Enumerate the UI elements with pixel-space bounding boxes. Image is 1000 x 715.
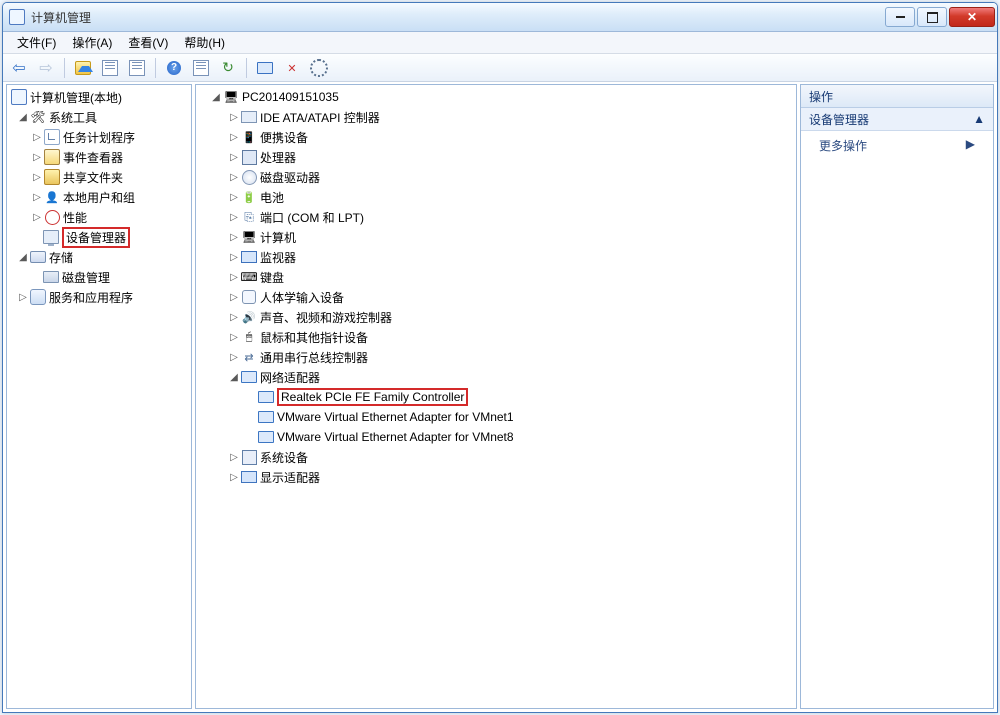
maximize-button[interactable] [917,7,947,27]
dev-network-adapter-2[interactable]: VMware Virtual Ethernet Adapter for VMne… [196,427,796,447]
uninstall-button[interactable] [280,56,304,80]
tree-storage[interactable]: ◢存储 [7,247,191,267]
scan-hardware-button[interactable] [253,56,277,80]
show-hide-tree-button[interactable] [98,56,122,80]
update-driver-button[interactable] [307,56,331,80]
refresh-button[interactable] [216,56,240,80]
device-manager-highlight: 设备管理器 [62,227,130,248]
menu-action[interactable]: 操作(A) [64,32,120,53]
dev-mouse[interactable]: ▷鼠标和其他指针设备 [196,327,796,347]
up-folder-button[interactable] [71,56,95,80]
collapse-icon: ▲ [973,112,985,126]
chevron-right-icon: ▶ [966,137,975,154]
close-button[interactable]: ✕ [949,7,995,27]
nav-forward-button[interactable] [34,56,58,80]
toolbar-separator [155,58,156,78]
tree-disk-management[interactable]: 磁盘管理 [7,267,191,287]
actions-more[interactable]: 更多操作 ▶ [801,131,993,160]
realtek-nic-highlight: Realtek PCIe FE Family Controller [277,388,468,406]
dev-system[interactable]: ▷系统设备 [196,447,796,467]
dev-hid[interactable]: ▷人体学输入设备 [196,287,796,307]
dev-monitor[interactable]: ▷监视器 [196,247,796,267]
maximize-icon [927,12,938,23]
tree-root[interactable]: 计算机管理(本地) [7,87,191,107]
tree-event-viewer[interactable]: ▷事件查看器 [7,147,191,167]
tree-local-users[interactable]: ▷本地用户和组 [7,187,191,207]
titlebar[interactable]: 计算机管理 ✕ [3,3,997,32]
menu-help[interactable]: 帮助(H) [176,32,233,53]
minimize-button[interactable] [885,7,915,27]
tree-shared-folders[interactable]: ▷共享文件夹 [7,167,191,187]
tree-performance[interactable]: ▷性能 [7,207,191,227]
actions-header: 操作 [801,85,993,108]
tree-system-tools[interactable]: ◢系统工具 [7,107,191,127]
actions-category[interactable]: 设备管理器 ▲ [801,108,993,131]
menubar: 文件(F) 操作(A) 查看(V) 帮助(H) [3,32,997,54]
dev-computer[interactable]: ▷计算机 [196,227,796,247]
nav-back-button[interactable] [7,56,31,80]
toolbar: ? [3,54,997,82]
dev-root[interactable]: ◢PC201409151035 [196,87,796,107]
dev-battery[interactable]: ▷电池 [196,187,796,207]
dev-network-adapter-1[interactable]: VMware Virtual Ethernet Adapter for VMne… [196,407,796,427]
actions-more-label: 更多操作 [819,137,867,154]
dev-sound[interactable]: ▷声音、视频和游戏控制器 [196,307,796,327]
minimize-icon [896,16,905,18]
menu-file[interactable]: 文件(F) [9,32,64,53]
actions-category-label: 设备管理器 [809,111,869,128]
tree-device-manager[interactable]: 设备管理器 [7,227,191,247]
computer-management-window: G 计算机管理 ✕ 文件(F) 操作(A) 查看(V) 帮助(H) ? [2,2,998,713]
window-controls: ✕ [883,7,995,27]
actions-panel: 操作 设备管理器 ▲ 更多操作 ▶ [800,84,994,709]
toolbar-separator [64,58,65,78]
dev-ports[interactable]: ▷端口 (COM 和 LPT) [196,207,796,227]
dev-cdrom[interactable]: ▷磁盘驱动器 [196,167,796,187]
dev-display[interactable]: ▷显示适配器 [196,467,796,487]
dev-ide[interactable]: ▷IDE ATA/ATAPI 控制器 [196,107,796,127]
console-tree[interactable]: 计算机管理(本地) ◢系统工具 ▷任务计划程序 ▷事件查看器 ▷共享文件夹 ▷本… [7,85,191,709]
client-area: 计算机管理(本地) ◢系统工具 ▷任务计划程序 ▷事件查看器 ▷共享文件夹 ▷本… [3,81,997,712]
tree-services[interactable]: ▷服务和应用程序 [7,287,191,307]
toolbar-separator [246,58,247,78]
console-tree-panel: 计算机管理(本地) ◢系统工具 ▷任务计划程序 ▷事件查看器 ▷共享文件夹 ▷本… [6,84,192,709]
view-button[interactable] [189,56,213,80]
device-tree[interactable]: ◢PC201409151035 ▷IDE ATA/ATAPI 控制器 ▷便携设备… [196,85,796,709]
tree-task-scheduler[interactable]: ▷任务计划程序 [7,127,191,147]
help-button[interactable]: ? [162,56,186,80]
dev-usb[interactable]: ▷通用串行总线控制器 [196,347,796,367]
dev-portable[interactable]: ▷便携设备 [196,127,796,147]
window-title: 计算机管理 [31,9,883,26]
dev-keyboard[interactable]: ▷键盘 [196,267,796,287]
app-icon [9,9,25,25]
menu-view[interactable]: 查看(V) [120,32,176,53]
device-tree-panel: ◢PC201409151035 ▷IDE ATA/ATAPI 控制器 ▷便携设备… [195,84,797,709]
properties-button[interactable] [125,56,149,80]
dev-network[interactable]: ◢网络适配器 [196,367,796,387]
dev-network-adapter-0[interactable]: Realtek PCIe FE Family Controller [196,387,796,407]
close-icon: ✕ [967,10,977,24]
dev-cpu[interactable]: ▷处理器 [196,147,796,167]
